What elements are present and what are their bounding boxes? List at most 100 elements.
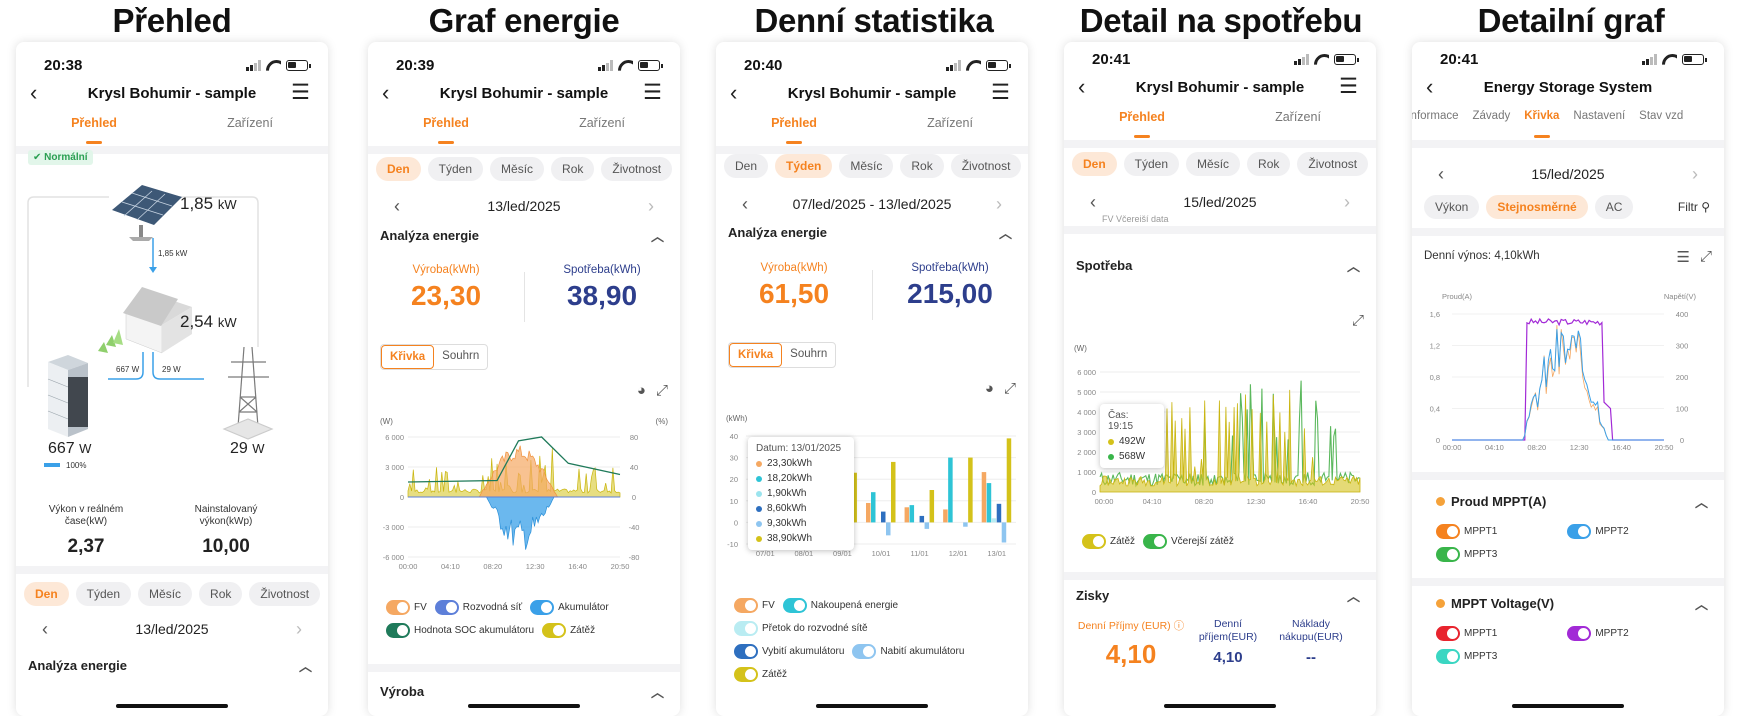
period-year[interactable]: Rok: [900, 154, 944, 178]
period-day[interactable]: Den: [376, 157, 421, 181]
bar-fv: [866, 502, 871, 523]
tab-overview[interactable]: Přehled: [771, 112, 817, 144]
back-icon[interactable]: ‹: [382, 80, 389, 106]
legend-soc[interactable]: Hodnota SOC akumulátoru: [386, 623, 534, 638]
chevron-up-icon[interactable]: ︿: [1347, 256, 1360, 275]
legend-load[interactable]: Zátěž: [734, 667, 787, 682]
prev-date-icon[interactable]: ‹: [1438, 164, 1444, 185]
next-date-icon[interactable]: ›: [1344, 192, 1350, 213]
tab-overview[interactable]: Přehled: [1119, 106, 1165, 138]
legend-discharge[interactable]: Vybití akumulátoru: [734, 644, 844, 659]
toggle-mppt2-current[interactable]: MPPT2: [1567, 524, 1629, 539]
period-week[interactable]: Týden: [1123, 152, 1180, 176]
menu-lines-icon[interactable]: ☰: [1677, 248, 1690, 266]
tab-devices[interactable]: Zařízení: [927, 112, 973, 142]
legend-fv[interactable]: FV: [386, 600, 427, 615]
y-tick-label: 40: [730, 432, 738, 441]
next-date-icon[interactable]: ›: [1692, 164, 1698, 185]
menu-icon[interactable]: ☰: [1339, 74, 1358, 99]
tab-devices[interactable]: Zařízení: [227, 112, 273, 142]
legend-charge[interactable]: Nabití akumulátoru: [852, 644, 964, 659]
period-year[interactable]: Rok: [199, 582, 243, 606]
tab-devices[interactable]: Zařízení: [579, 112, 625, 142]
tab-curve[interactable]: Křivka: [1524, 106, 1559, 138]
chevron-up-icon[interactable]: ︿: [1695, 492, 1708, 511]
chevron-up-icon[interactable]: ︿: [1347, 586, 1360, 605]
back-icon[interactable]: ‹: [730, 80, 737, 106]
legend-export[interactable]: Přetok do rozvodné sítě: [734, 621, 1018, 636]
subtab-dc[interactable]: Stejnosměrné: [1486, 195, 1588, 219]
segment-curve[interactable]: Křivka: [381, 345, 435, 369]
period-month[interactable]: Měsíc: [1186, 152, 1241, 176]
prev-date-icon[interactable]: ‹: [394, 196, 400, 217]
legend-yesterday-load[interactable]: Včerejší zátěž: [1143, 534, 1234, 549]
back-icon[interactable]: ‹: [1078, 74, 1085, 100]
chevron-up-icon[interactable]: ︿: [651, 682, 664, 701]
period-week[interactable]: Týden: [75, 582, 132, 606]
tab-overview[interactable]: Přehled: [71, 112, 117, 144]
prev-date-icon[interactable]: ‹: [742, 194, 748, 215]
period-month[interactable]: Měsíc: [839, 154, 894, 178]
palette-icon[interactable]: ◕: [637, 382, 646, 399]
segment-summary[interactable]: Souhrn: [782, 343, 835, 367]
toggle-mppt2-voltage[interactable]: MPPT2: [1567, 626, 1629, 641]
toggle-mppt3-current[interactable]: MPPT3: [1436, 547, 1497, 562]
period-year[interactable]: Rok: [551, 157, 595, 181]
segment-summary[interactable]: Souhrn: [434, 345, 487, 369]
tab-overview[interactable]: Přehled: [423, 112, 469, 144]
prev-date-icon[interactable]: ‹: [42, 619, 48, 640]
next-date-icon[interactable]: ›: [296, 619, 302, 640]
fullscreen-icon[interactable]: ⤢: [1700, 248, 1712, 266]
chevron-up-icon[interactable]: ︿: [999, 223, 1012, 242]
period-year[interactable]: Rok: [1247, 152, 1291, 176]
fullscreen-icon[interactable]: ⤢: [656, 382, 668, 399]
fullscreen-icon[interactable]: ⤢: [1352, 312, 1364, 329]
back-icon[interactable]: ‹: [30, 80, 37, 106]
column-title-4: Detail na spotřebu: [1079, 2, 1363, 39]
toggle-mppt3-voltage[interactable]: MPPT3: [1436, 649, 1497, 664]
legend-purchased[interactable]: Nakoupená energie: [782, 598, 898, 613]
period-week[interactable]: Týden: [775, 154, 833, 178]
next-date-icon[interactable]: ›: [996, 194, 1002, 215]
subtab-ac[interactable]: AC: [1594, 195, 1634, 219]
period-day[interactable]: Den: [24, 582, 69, 606]
next-date-icon[interactable]: ›: [648, 196, 654, 217]
tab-info[interactable]: informace: [1412, 106, 1459, 136]
chevron-up-icon[interactable]: ︿: [299, 656, 312, 675]
period-month[interactable]: Měsíc: [490, 157, 545, 181]
prev-date-icon[interactable]: ‹: [1090, 192, 1096, 213]
period-lifetime[interactable]: Životnost: [601, 157, 673, 181]
back-icon[interactable]: ‹: [1426, 74, 1433, 100]
tab-faults[interactable]: Závady: [1473, 106, 1511, 136]
period-day[interactable]: Den: [724, 154, 769, 178]
period-lifetime[interactable]: Životnost: [1297, 152, 1369, 176]
toggle-mppt1-current[interactable]: MPPT1: [1436, 524, 1497, 539]
x-tick-label: 11/01: [910, 549, 928, 558]
menu-icon[interactable]: ☰: [291, 80, 310, 105]
toggle-mppt1-voltage[interactable]: MPPT1: [1436, 626, 1497, 641]
legend-fv[interactable]: FV: [734, 598, 775, 613]
tab-devices[interactable]: Zařízení: [1275, 106, 1321, 136]
fullscreen-icon[interactable]: ⤢: [1004, 380, 1016, 397]
chevron-up-icon[interactable]: ︿: [651, 226, 664, 245]
filter-button[interactable]: Filtr ⚲: [1678, 200, 1710, 214]
menu-icon[interactable]: ☰: [991, 80, 1010, 105]
menu-icon[interactable]: ☰: [643, 80, 662, 105]
legend-load[interactable]: Zátěž: [1082, 534, 1135, 549]
period-day[interactable]: Den: [1072, 152, 1117, 176]
period-week[interactable]: Týden: [427, 157, 484, 181]
period-month[interactable]: Měsíc: [138, 582, 193, 606]
period-lifetime[interactable]: Životnost: [249, 582, 321, 606]
legend-grid[interactable]: Rozvodná síť: [434, 600, 522, 615]
tab-remote-status[interactable]: Stav vzd: [1639, 106, 1683, 136]
palette-icon[interactable]: ◕: [985, 380, 994, 397]
segment-curve[interactable]: Křivka: [729, 343, 783, 367]
consumption-label: Spotřeba(kWh): [911, 262, 989, 274]
subtab-power[interactable]: Výkon: [1424, 195, 1480, 219]
legend-load[interactable]: Zátěž: [542, 623, 595, 638]
period-lifetime[interactable]: Životnost: [950, 154, 1022, 178]
tab-settings[interactable]: Nastavení: [1573, 106, 1625, 136]
legend-battery[interactable]: Akumulátor: [530, 600, 609, 615]
group1-title: Proud MPPT(A): [1451, 494, 1547, 509]
chevron-up-icon[interactable]: ︿: [1695, 594, 1708, 613]
